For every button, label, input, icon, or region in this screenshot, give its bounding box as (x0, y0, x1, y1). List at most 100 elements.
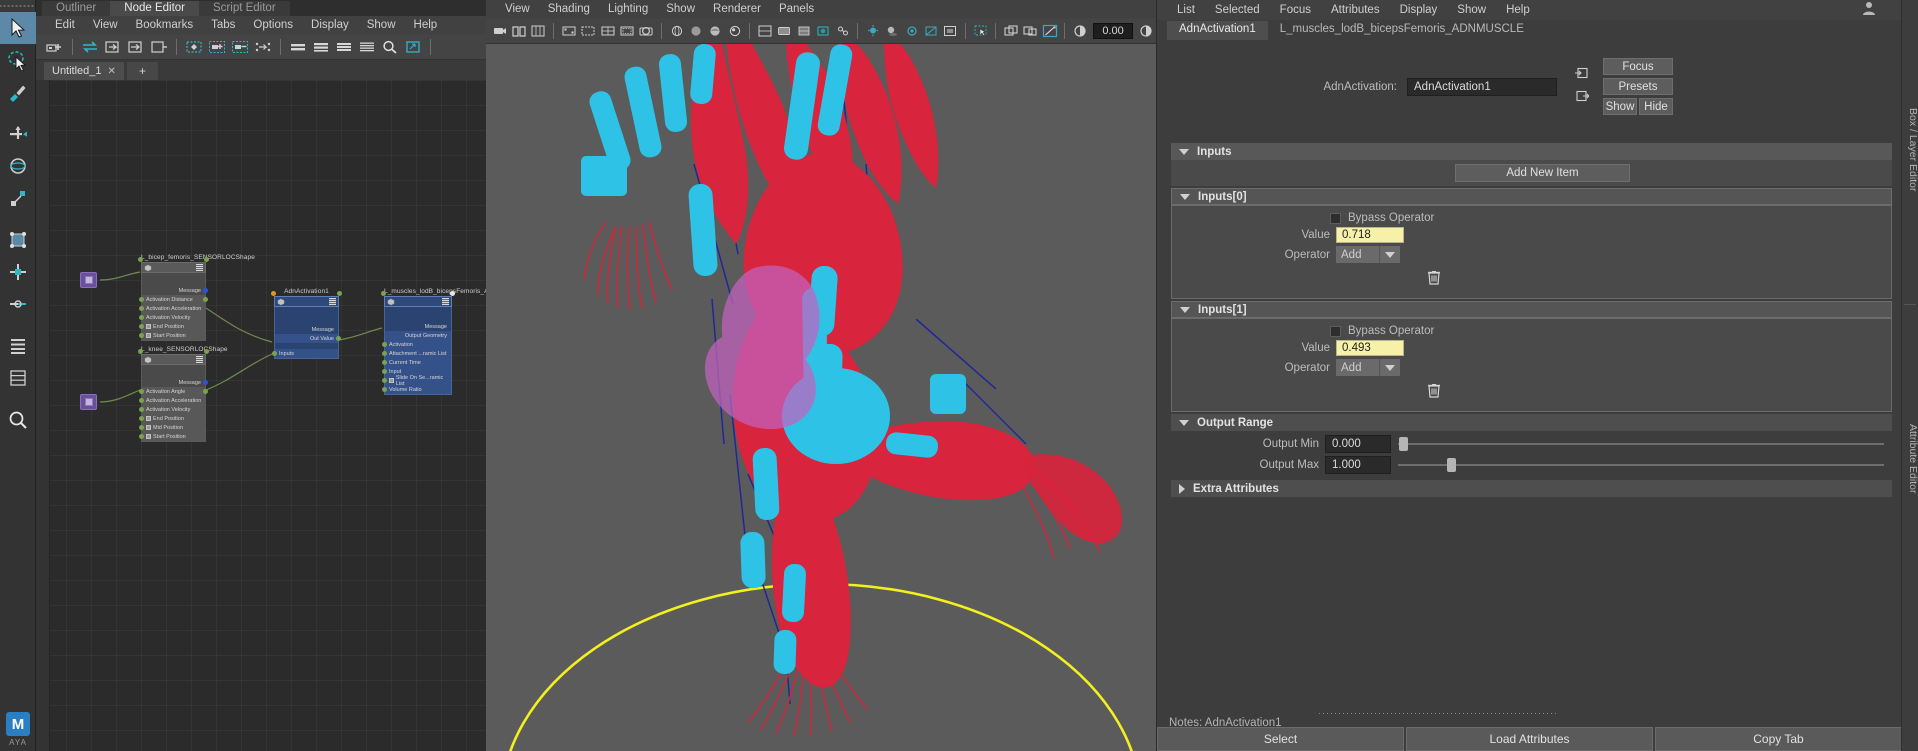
close-icon[interactable]: ✕ (108, 66, 116, 77)
node-attr-input-port[interactable] (382, 369, 387, 374)
rearrange-graph-icon[interactable] (183, 36, 205, 58)
focus-button[interactable]: Focus (1603, 58, 1673, 75)
node-attr-input-port[interactable] (139, 434, 144, 439)
node-attr-message[interactable]: Message (142, 378, 205, 387)
graph-input-node-1[interactable] (80, 272, 97, 288)
operator-dropdown-0[interactable]: Add (1336, 246, 1400, 263)
trash-icon[interactable] (1427, 269, 1441, 290)
paint-select-tool-button[interactable] (0, 76, 36, 108)
input-output-connections-icon[interactable] (125, 36, 147, 58)
node-attr-row[interactable]: Activation Acceleration (142, 304, 205, 313)
node-attr-output-port[interactable] (336, 336, 341, 341)
node-header[interactable] (384, 296, 452, 307)
show-button[interactable]: Show (1603, 98, 1637, 115)
toolbar-drag-handle[interactable] (0, 0, 35, 12)
node-attr-input-port[interactable] (139, 389, 144, 394)
select-camera-icon[interactable] (490, 20, 509, 42)
attribute-editor-tab[interactable]: Attribute Editor (1902, 309, 1918, 609)
node-attr-row[interactable]: Activation Velocity (142, 405, 205, 414)
outliner-shelf-button[interactable] (0, 330, 36, 362)
bypass-operator-checkbox-0[interactable] (1330, 213, 1341, 224)
node-input-port[interactable] (138, 349, 143, 354)
node-header[interactable] (141, 354, 206, 365)
graph-input-node-2[interactable] (80, 394, 97, 410)
menu-help[interactable]: Help (405, 16, 447, 34)
aa-icon[interactable] (921, 20, 940, 42)
node-graph-canvas[interactable]: L_bicep_femoris_SENSORLOCShape Message (36, 80, 486, 751)
resolution-gate-icon[interactable] (578, 20, 597, 42)
node-attr-input-port[interactable] (382, 360, 387, 365)
node-sensor-1[interactable]: L_bicep_femoris_SENSORLOCShape Message (141, 254, 206, 341)
node-attr-row[interactable]: Activation (385, 340, 451, 349)
remove-selected-icon[interactable] (229, 36, 251, 58)
node-output-port[interactable] (204, 349, 209, 354)
box-layer-editor-tab[interactable]: Box / Layer Editor (1902, 0, 1918, 300)
node-attr-row[interactable]: Activation Acceleration (142, 396, 205, 405)
node-attr-input-port[interactable] (139, 297, 144, 302)
copy-tab-button[interactable]: Copy Tab (1655, 727, 1902, 751)
wireframe-icon[interactable] (667, 20, 686, 42)
menu-view[interactable]: View (84, 16, 127, 34)
node-attr-port[interactable] (203, 288, 208, 293)
vp-menu-view[interactable]: View (496, 0, 539, 18)
ae-menu-attributes[interactable]: Attributes (1321, 4, 1390, 16)
menu-edit[interactable]: Edit (46, 16, 84, 34)
node-output-port[interactable] (450, 291, 455, 296)
panel-tear-icon[interactable] (1021, 20, 1040, 42)
slider-knob[interactable] (1399, 437, 1408, 451)
hw-texture-icon[interactable] (794, 20, 813, 42)
node-sensor-2[interactable]: L_knee_SENSORLOCShape Message Activ (141, 346, 206, 442)
node-input-port[interactable] (271, 291, 276, 296)
ae-tab-adnactivation1[interactable]: AdnActivation1 (1167, 21, 1268, 40)
output-min-slider[interactable] (1398, 437, 1884, 451)
field-chart-icon[interactable] (598, 20, 617, 42)
output-max-slider[interactable] (1398, 458, 1884, 472)
panel-tab-script-editor[interactable]: Script Editor (199, 1, 290, 16)
select-button[interactable]: Select (1157, 727, 1404, 751)
node-attr-message[interactable]: Message (275, 325, 338, 334)
vp-menu-panels[interactable]: Panels (770, 0, 823, 18)
node-attr-input-port[interactable] (382, 387, 387, 392)
node-attr-row[interactable]: Output Geometry (385, 331, 451, 340)
node-attr-row[interactable]: Out Value (275, 334, 338, 343)
simple-view-icon[interactable] (287, 36, 309, 58)
node-attr-row[interactable]: Start Position (142, 432, 205, 441)
panel-copy-icon[interactable] (1001, 20, 1020, 42)
full-view-icon[interactable] (333, 36, 355, 58)
node-attr-message[interactable]: Message (142, 286, 205, 295)
contrast-icon[interactable] (1136, 20, 1155, 42)
camera-icon[interactable] (637, 20, 656, 42)
book-icon[interactable] (509, 20, 528, 42)
universal-manipulator-button[interactable] (0, 224, 36, 256)
shadows-icon[interactable] (883, 20, 902, 42)
trash-icon[interactable] (1427, 382, 1441, 403)
add-new-item-button[interactable]: Add New Item (1455, 164, 1630, 182)
vp-menu-show[interactable]: Show (657, 0, 704, 18)
exposure-value-field[interactable]: 0.00 (1093, 23, 1134, 39)
show-manipulator-button[interactable] (0, 288, 36, 320)
node-attr-message[interactable]: Message (385, 322, 451, 331)
menu-bookmarks[interactable]: Bookmarks (127, 16, 203, 34)
menu-tabs[interactable]: Tabs (202, 16, 244, 34)
ae-menu-help[interactable]: Help (1496, 4, 1540, 16)
motion-blur-icon[interactable] (941, 20, 960, 42)
safe-action-icon[interactable] (617, 20, 636, 42)
grid-toggle-icon[interactable] (529, 20, 548, 42)
node-attr-input-port[interactable] (139, 407, 144, 412)
operator-dropdown-1[interactable]: Add (1336, 359, 1400, 376)
connected-view-icon[interactable] (310, 36, 332, 58)
xray-joints-icon[interactable] (833, 20, 852, 42)
node-attr-row[interactable]: Activation Angle (142, 387, 205, 396)
node-attr-input-port[interactable] (139, 324, 144, 329)
value-field-1[interactable]: 0.493 (1336, 340, 1404, 356)
output-min-field[interactable]: 0.000 (1325, 435, 1391, 453)
vp-menu-lighting[interactable]: Lighting (599, 0, 657, 18)
node-attr-row[interactable]: Slide On Se...ramic List (385, 376, 451, 385)
inputs0-header[interactable]: Inputs[0] (1171, 188, 1892, 205)
output-connections-icon[interactable] (148, 36, 170, 58)
panel-tab-node-editor[interactable]: Node Editor (110, 1, 199, 16)
chevron-down-icon[interactable] (1379, 246, 1400, 263)
toggle-attr-icon[interactable] (402, 36, 424, 58)
node-attr-row[interactable]: Inputs (275, 349, 338, 358)
node-attr-row[interactable]: Current Time (385, 358, 451, 367)
